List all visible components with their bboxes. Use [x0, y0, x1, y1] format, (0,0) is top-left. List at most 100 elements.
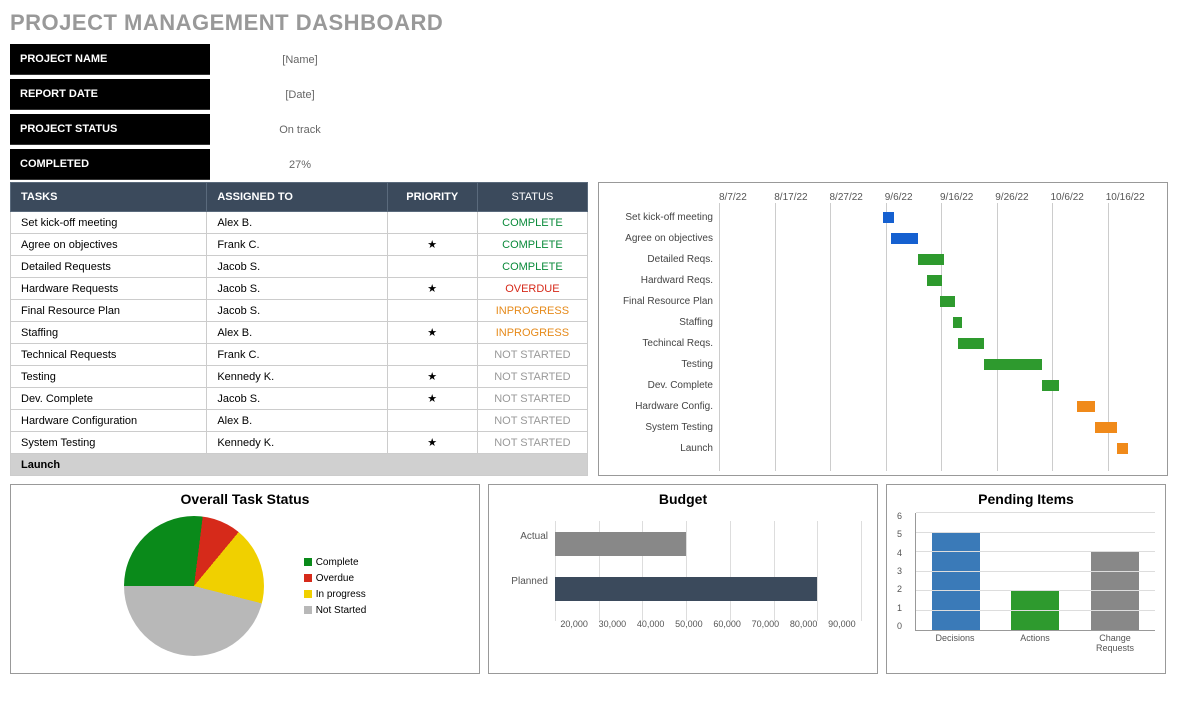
pie-legend: Complete Overdue In progress Not Started: [304, 552, 367, 621]
gantt-label: Launch: [599, 443, 719, 454]
table-row: System TestingKennedy K.★NOT STARTED: [11, 432, 588, 454]
task-name: Dev. Complete: [11, 388, 207, 410]
task-assigned: Frank C.: [207, 344, 387, 366]
axis-label: Actions: [1005, 633, 1065, 653]
legend-swatch: [304, 574, 312, 582]
gantt-label: Set kick-off meeting: [599, 212, 719, 223]
legend-item: In progress: [304, 589, 367, 600]
gantt-row: Hardware Config.: [599, 396, 1161, 417]
table-row: Hardware RequestsJacob S.★OVERDUE: [11, 278, 588, 300]
task-assigned: Jacob S.: [207, 300, 387, 322]
gantt-row: Techincal Reqs.: [599, 333, 1161, 354]
task-name: System Testing: [11, 432, 207, 454]
task-name: Final Resource Plan: [11, 300, 207, 322]
th-priority: PRIORITY: [387, 183, 477, 212]
task-status: NOT STARTED: [477, 366, 587, 388]
axis-tick: 6: [897, 511, 902, 521]
gantt-tick: 9/6/22: [885, 192, 940, 203]
gantt-row: Launch: [599, 438, 1161, 459]
gantt-bar: [958, 338, 985, 349]
info-label: PROJECT STATUS: [10, 114, 210, 145]
gantt-bar: [891, 233, 918, 244]
axis-tick: 50,000: [670, 619, 708, 629]
info-label: COMPLETED: [10, 149, 210, 180]
budget-bar: [555, 532, 686, 556]
task-status: COMPLETE: [477, 256, 587, 278]
task-priority: ★: [387, 366, 477, 388]
axis-tick: 3: [897, 566, 902, 576]
axis-tick: 30,000: [593, 619, 631, 629]
info-label: REPORT DATE: [10, 79, 210, 110]
pie: [124, 516, 264, 656]
axis-tick: 70,000: [746, 619, 784, 629]
task-priority: [387, 300, 477, 322]
page-title: PROJECT MANAGEMENT DASHBOARD: [10, 10, 1168, 36]
tasks-table: TASKS ASSIGNED TO PRIORITY STATUS Set ki…: [10, 182, 588, 476]
task-name: Hardware Requests: [11, 278, 207, 300]
task-assigned: Alex B.: [207, 410, 387, 432]
gantt-tick: 10/16/22: [1106, 192, 1161, 203]
gantt-tick: 8/7/22: [719, 192, 774, 203]
th-assigned: ASSIGNED TO: [207, 183, 387, 212]
task-assigned: Kennedy K.: [207, 432, 387, 454]
legend-label: Not Started: [316, 605, 367, 616]
info-value: On track: [210, 124, 390, 136]
task-name: Testing: [11, 366, 207, 388]
chart-title: Budget: [495, 491, 871, 507]
gantt-bar: [918, 254, 945, 265]
gantt-label: Dev. Complete: [599, 380, 719, 391]
gantt-row: Agree on objectives: [599, 228, 1161, 249]
table-row: Dev. CompleteJacob S.★NOT STARTED: [11, 388, 588, 410]
axis-tick: 40,000: [632, 619, 670, 629]
gantt-label: System Testing: [599, 422, 719, 433]
gantt-tick: 8/27/22: [830, 192, 885, 203]
gantt-label: Final Resource Plan: [599, 296, 719, 307]
th-status: STATUS: [477, 183, 587, 212]
gantt-label: Detailed Reqs.: [599, 254, 719, 265]
info-value: 27%: [210, 159, 390, 171]
info-value: [Name]: [210, 54, 390, 66]
legend-label: In progress: [316, 589, 366, 600]
gantt-bar: [1077, 401, 1095, 412]
th-tasks: TASKS: [11, 183, 207, 212]
gantt-row: Staffing: [599, 312, 1161, 333]
task-assigned: Jacob S.: [207, 278, 387, 300]
axis-tick: 20,000: [555, 619, 593, 629]
gantt-label: Hardware Config.: [599, 401, 719, 412]
task-assigned: Alex B.: [207, 322, 387, 344]
table-row: Detailed RequestsJacob S.COMPLETE: [11, 256, 588, 278]
task-name: Detailed Requests: [11, 256, 207, 278]
gantt-row: Set kick-off meeting: [599, 207, 1161, 228]
overall-task-status-chart: Overall Task Status CompleteOverdueIn pr…: [10, 484, 480, 674]
task-priority: ★: [387, 432, 477, 454]
axis-label: Decisions: [925, 633, 985, 653]
task-status: NOT STARTED: [477, 344, 587, 366]
gantt-tick: 9/16/22: [940, 192, 995, 203]
axis-tick: 2: [897, 584, 902, 594]
budget-label: Planned: [503, 576, 548, 587]
gantt-tick: 9/26/22: [995, 192, 1050, 203]
table-row: Final Resource PlanJacob S.INPROGRESS: [11, 300, 588, 322]
table-row: TestingKennedy K.★NOT STARTED: [11, 366, 588, 388]
pending-items-chart: Pending Items 0123456 DecisionsActionsCh…: [886, 484, 1166, 674]
task-name: Hardware Configuration: [11, 410, 207, 432]
task-status: COMPLETE: [477, 234, 587, 256]
chart-title: Pending Items: [893, 491, 1159, 507]
gantt-tick: 10/6/22: [1051, 192, 1106, 203]
launch-row: Launch: [11, 454, 588, 476]
gantt-bar: [953, 317, 962, 328]
task-priority: ★: [387, 234, 477, 256]
gantt-row: Final Resource Plan: [599, 291, 1161, 312]
gantt-tick: 8/17/22: [774, 192, 829, 203]
task-priority: ★: [387, 278, 477, 300]
table-row: StaffingAlex B.★INPROGRESS: [11, 322, 588, 344]
axis-tick: 4: [897, 548, 902, 558]
legend-label: Overdue: [316, 573, 354, 584]
project-info: PROJECT NAME[Name]REPORT DATE[Date]PROJE…: [10, 42, 390, 182]
axis-tick: 80,000: [785, 619, 823, 629]
legend-item: Overdue: [304, 573, 367, 584]
legend-item: Complete: [304, 557, 367, 568]
task-name: Staffing: [11, 322, 207, 344]
budget-label: Actual: [503, 531, 548, 542]
gantt-bar: [1117, 443, 1128, 454]
